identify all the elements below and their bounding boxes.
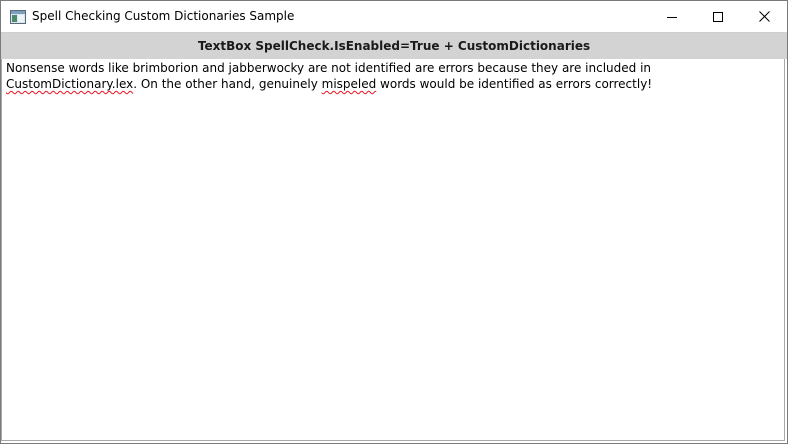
text-segment: Nonsense words like brimborion and jabbe… — [6, 61, 652, 75]
app-window: Spell Checking Custom Dictionaries Sampl… — [0, 0, 788, 444]
app-window-icon — [10, 9, 26, 24]
close-button[interactable] — [741, 1, 787, 32]
title-bar[interactable]: Spell Checking Custom Dictionaries Sampl… — [1, 1, 787, 32]
misspelled-word[interactable]: CustomDictionary.lex — [6, 77, 133, 91]
minimize-icon — [667, 7, 677, 26]
maximize-button[interactable] — [695, 1, 741, 32]
misspelled-word[interactable]: mispeled — [322, 77, 377, 91]
text-segment: . On the other hand, genuinely — [133, 77, 322, 91]
maximize-icon — [713, 7, 723, 26]
close-icon — [758, 7, 770, 26]
minimize-button[interactable] — [649, 1, 695, 32]
text-segment: words would be identified as errors corr… — [376, 77, 653, 91]
header-label: TextBox SpellCheck.IsEnabled=True + Cust… — [1, 32, 787, 59]
spellcheck-textbox[interactable]: Nonsense words like brimborion and jabbe… — [1, 59, 785, 441]
window-title: Spell Checking Custom Dictionaries Sampl… — [32, 9, 295, 23]
